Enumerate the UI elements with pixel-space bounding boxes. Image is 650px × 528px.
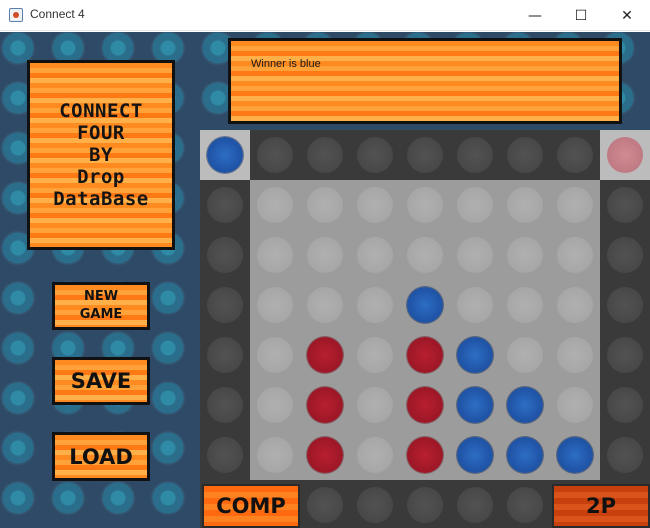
empty-slot (557, 387, 593, 423)
empty-slot (307, 287, 343, 323)
empty-slot (357, 287, 393, 323)
empty-slot (357, 187, 393, 223)
frame-hole (207, 187, 243, 223)
empty-slot (557, 187, 593, 223)
empty-slot (307, 187, 343, 223)
empty-slot (507, 287, 543, 323)
frame-hole (607, 287, 643, 323)
frame-hole (207, 387, 243, 423)
hover-token-right (607, 137, 643, 173)
frame-hole (407, 487, 443, 523)
frame-hole (207, 437, 243, 473)
java-app-icon (9, 8, 23, 22)
empty-slot (257, 187, 293, 223)
frame-hole (457, 137, 493, 173)
frame-hole (357, 487, 393, 523)
empty-slot (357, 437, 393, 473)
window-title: Connect 4 (30, 7, 85, 21)
blue-token (507, 387, 543, 423)
red-token (407, 437, 443, 473)
blue-token (507, 437, 543, 473)
frame-hole (357, 137, 393, 173)
frame-hole (457, 487, 493, 523)
title-bar: Connect 4 — ☐ ✕ (0, 0, 650, 31)
logo-text: CONNECT FOUR BY Drop DataBase (53, 100, 149, 210)
empty-slot (457, 287, 493, 323)
empty-slot (507, 237, 543, 273)
load-button[interactable]: LOAD (52, 432, 150, 481)
frame-hole (307, 487, 343, 523)
frame-hole (507, 137, 543, 173)
empty-slot (457, 187, 493, 223)
status-message: Winner is blue (251, 58, 321, 70)
empty-slot (357, 237, 393, 273)
close-button[interactable]: ✕ (604, 0, 650, 31)
frame-hole (607, 437, 643, 473)
game-board[interactable] (200, 130, 650, 480)
red-token (307, 337, 343, 373)
red-token (307, 437, 343, 473)
empty-slot (357, 337, 393, 373)
empty-slot (257, 337, 293, 373)
minimize-button[interactable]: — (512, 0, 558, 31)
empty-slot (257, 237, 293, 273)
blue-token (557, 437, 593, 473)
blue-token (457, 437, 493, 473)
empty-slot (557, 337, 593, 373)
game-area: CONNECT FOUR BY Drop DataBase NEW GAME S… (0, 32, 650, 528)
new-game-button[interactable]: NEW GAME (52, 282, 150, 330)
two-player-mode-button[interactable]: 2P (552, 484, 650, 528)
empty-slot (407, 237, 443, 273)
frame-hole (257, 137, 293, 173)
status-message-panel: Winner is blue (228, 38, 622, 124)
empty-slot (257, 387, 293, 423)
frame-hole (607, 237, 643, 273)
empty-slot (407, 187, 443, 223)
maximize-button[interactable]: ☐ (558, 0, 604, 31)
empty-slot (357, 387, 393, 423)
frame-hole (207, 337, 243, 373)
frame-hole (607, 387, 643, 423)
frame-hole (407, 137, 443, 173)
red-token (307, 387, 343, 423)
empty-slot (507, 337, 543, 373)
empty-slot (557, 287, 593, 323)
save-button[interactable]: SAVE (52, 357, 150, 405)
computer-mode-button[interactable]: COMP (202, 484, 300, 528)
empty-slot (557, 237, 593, 273)
blue-token (457, 337, 493, 373)
red-token (407, 337, 443, 373)
empty-slot (257, 287, 293, 323)
empty-slot (257, 437, 293, 473)
blue-token (457, 387, 493, 423)
game-logo: CONNECT FOUR BY Drop DataBase (27, 60, 175, 250)
hover-token-left (207, 137, 243, 173)
board-grid (250, 180, 600, 480)
frame-hole (507, 487, 543, 523)
frame-hole (307, 137, 343, 173)
frame-hole (607, 187, 643, 223)
blue-token (407, 287, 443, 323)
frame-hole (207, 287, 243, 323)
red-token (407, 387, 443, 423)
empty-slot (507, 187, 543, 223)
frame-hole (607, 337, 643, 373)
empty-slot (307, 237, 343, 273)
frame-hole (557, 137, 593, 173)
frame-hole (207, 237, 243, 273)
empty-slot (457, 237, 493, 273)
